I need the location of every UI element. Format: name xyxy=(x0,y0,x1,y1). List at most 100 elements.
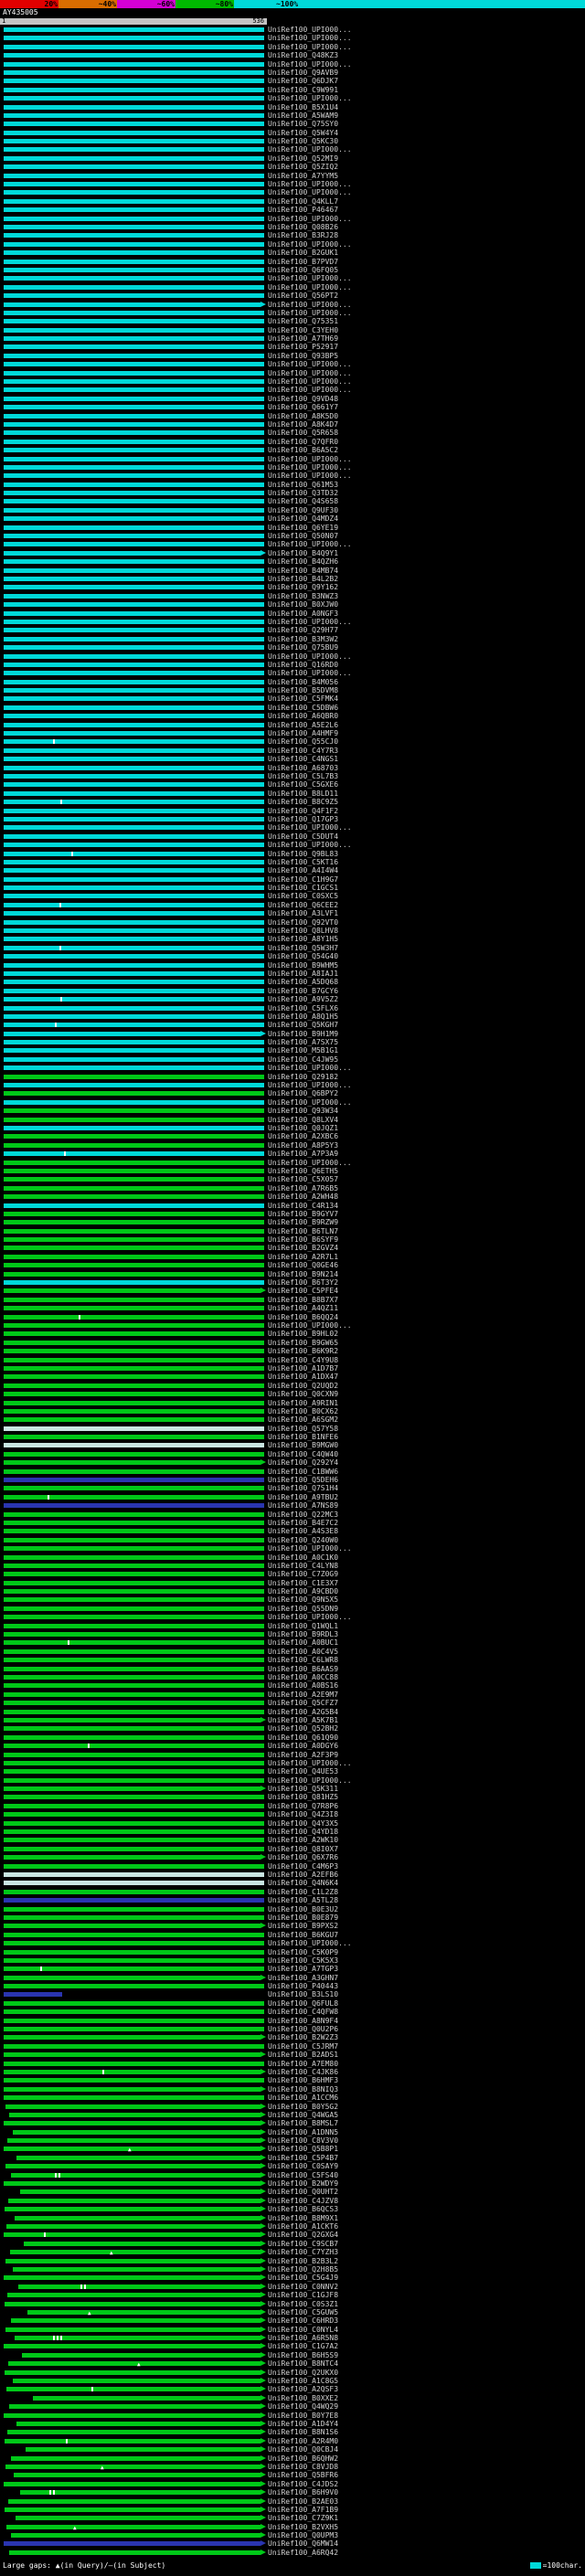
hit-row[interactable]: UniRef100_UPI000... xyxy=(0,301,585,309)
hit-label[interactable]: UniRef100_UPI000... xyxy=(268,541,352,548)
hit-bar[interactable] xyxy=(4,1838,264,1842)
hit-label[interactable]: UniRef100_Q4WGA5 xyxy=(268,2112,338,2119)
hit-label[interactable]: UniRef100_M5B1G1 xyxy=(268,1047,338,1055)
hit-bar[interactable] xyxy=(4,1855,261,1860)
hit-bar[interactable] xyxy=(4,473,264,478)
hit-label[interactable]: UniRef100_B8NTC4 xyxy=(268,2360,338,2368)
hit-label[interactable]: UniRef100_A2EFB6 xyxy=(268,1871,338,1879)
hit-bar[interactable] xyxy=(4,1151,264,1156)
hit-row[interactable]: UniRef100_Q4Z3I8 xyxy=(0,1810,585,1818)
hit-bar[interactable] xyxy=(4,328,264,333)
hit-label[interactable]: UniRef100_Q7QFR0 xyxy=(268,439,338,446)
hit-label[interactable]: UniRef100_B4QZH6 xyxy=(268,558,338,566)
hit-row[interactable]: UniRef100_P40443 xyxy=(0,1982,585,1990)
hit-label[interactable]: UniRef100_B9GYV7 xyxy=(268,1211,338,1218)
hit-bar[interactable] xyxy=(13,2130,261,2135)
hit-row[interactable]: UniRef100_Q6YE19 xyxy=(0,524,585,532)
hit-label[interactable]: UniRef100_UPI000... xyxy=(268,472,352,480)
hit-bar[interactable] xyxy=(4,1503,264,1508)
hit-row[interactable]: UniRef100_C1H9G7 xyxy=(0,875,585,884)
hit-label[interactable]: UniRef100_Q6X7R6 xyxy=(268,1854,338,1861)
hit-row[interactable]: UniRef100_B2VXH5 ▲ xyxy=(0,2523,585,2531)
hit-bar[interactable] xyxy=(4,1065,264,1070)
hit-label[interactable]: UniRef100_A0CC88 xyxy=(268,1674,338,1681)
hit-label[interactable]: UniRef100_B0E879 xyxy=(268,1914,338,1922)
hit-label[interactable]: UniRef100_B8NIQ3 xyxy=(268,2086,338,2094)
hit-label[interactable]: UniRef100_A3GHN7 xyxy=(268,1975,338,1982)
hit-bar[interactable] xyxy=(4,723,264,727)
hit-bar[interactable] xyxy=(13,2267,261,2272)
hit-bar[interactable] xyxy=(8,2361,261,2366)
hit-bar[interactable] xyxy=(4,430,264,435)
hit-label[interactable]: UniRef100_B6TLN7 xyxy=(268,1228,338,1235)
hit-bar[interactable] xyxy=(4,293,264,298)
hit-label[interactable]: UniRef100_C0SAY9 xyxy=(268,2163,338,2170)
hit-bar[interactable] xyxy=(22,2353,261,2358)
hit-label[interactable]: UniRef100_C5FMK4 xyxy=(268,695,338,703)
hit-row[interactable]: UniRef100_B3NWZ3 xyxy=(0,592,585,600)
hit-label[interactable]: UniRef100_A8K4D7 xyxy=(268,421,338,429)
hit-label[interactable]: UniRef100_Q9N5X5 xyxy=(268,1596,338,1604)
hit-label[interactable]: UniRef100_B6H5S9 xyxy=(268,2352,338,2359)
hit-bar[interactable] xyxy=(4,2062,264,2066)
hit-bar[interactable] xyxy=(4,508,264,513)
hit-bar[interactable] xyxy=(4,877,264,882)
hit-bar[interactable] xyxy=(4,131,264,135)
hit-bar[interactable] xyxy=(4,534,264,538)
hit-row[interactable]: UniRef100_C4M6P3 xyxy=(0,1862,585,1871)
hit-label[interactable]: UniRef100_Q54G40 xyxy=(268,953,338,960)
hit-label[interactable]: UniRef100_Q75SY0 xyxy=(268,121,338,128)
hit-row[interactable]: UniRef100_Q4N6K4 xyxy=(0,1879,585,1887)
hit-row[interactable]: UniRef100_Q2UQD2 xyxy=(0,1382,585,1390)
hit-row[interactable]: UniRef100_UPI000... xyxy=(0,1064,585,1072)
hit-row[interactable]: UniRef100_A0CC88 xyxy=(0,1673,585,1681)
hit-row[interactable]: UniRef100_A2F3P9 xyxy=(0,1751,585,1759)
hit-bar[interactable] xyxy=(4,27,264,32)
hit-bar[interactable] xyxy=(4,139,264,143)
hit-label[interactable]: UniRef100_B6QQ24 xyxy=(268,1314,338,1321)
hit-bar[interactable] xyxy=(4,954,264,959)
hit-row[interactable]: UniRef100_B9GYV7 xyxy=(0,1210,585,1218)
hit-row[interactable]: UniRef100_Q17GP3 xyxy=(0,815,585,823)
hit-row[interactable]: UniRef100_B1NFE6 xyxy=(0,1433,585,1441)
hit-bar[interactable] xyxy=(4,834,264,839)
hit-label[interactable]: UniRef100_A6QBR0 xyxy=(268,713,338,720)
hit-row[interactable]: UniRef100_C3YEH0 xyxy=(0,326,585,334)
hit-label[interactable]: UniRef100_UPI000... xyxy=(268,653,352,661)
hit-row[interactable]: UniRef100_Q4YD18 xyxy=(0,1828,585,1836)
hit-label[interactable]: UniRef100_UPI000... xyxy=(268,1940,352,1947)
hit-bar[interactable] xyxy=(11,2318,261,2323)
hit-bar[interactable] xyxy=(4,705,264,710)
hit-bar[interactable] xyxy=(4,1323,264,1328)
hit-label[interactable]: UniRef100_Q1WQL1 xyxy=(268,1623,338,1630)
hit-bar[interactable] xyxy=(5,2439,261,2443)
hit-row[interactable]: UniRef100_Q6DJK7 xyxy=(0,77,585,85)
hit-bar[interactable] xyxy=(4,1118,264,1122)
hit-bar[interactable] xyxy=(4,1941,264,1945)
hit-label[interactable]: UniRef100_B9HL02 xyxy=(268,1330,338,1338)
hit-label[interactable]: UniRef100_UPI000... xyxy=(268,842,352,849)
hit-bar[interactable] xyxy=(4,1358,264,1362)
hit-row[interactable]: UniRef100_Q5K311 xyxy=(0,1785,585,1793)
hit-row[interactable]: UniRef100_B4E7C2 xyxy=(0,1519,585,1527)
hit-bar[interactable] xyxy=(4,911,264,916)
hit-row[interactable]: UniRef100_A7P3A9 xyxy=(0,1150,585,1158)
hit-bar[interactable] xyxy=(4,782,264,787)
hit-bar[interactable] xyxy=(4,182,264,186)
hit-row[interactable]: UniRef100_B9H1M9 xyxy=(0,1030,585,1038)
hit-label[interactable]: UniRef100_Q2GXG4 xyxy=(268,2231,338,2239)
hit-bar[interactable] xyxy=(4,1478,264,1482)
hit-label[interactable]: UniRef100_Q661Y7 xyxy=(268,404,338,411)
hit-label[interactable]: UniRef100_B0Y7E8 xyxy=(268,2412,338,2420)
hit-row[interactable]: UniRef100_B0E879 xyxy=(0,1913,585,1922)
hit-label[interactable]: UniRef100_Q9UF30 xyxy=(268,507,338,514)
hit-bar[interactable] xyxy=(4,311,264,315)
hit-label[interactable]: UniRef100_A9TBU2 xyxy=(268,1494,338,1501)
hit-label[interactable]: UniRef100_A7EM80 xyxy=(268,2061,338,2068)
hit-bar[interactable] xyxy=(4,1753,264,1757)
hit-bar[interactable] xyxy=(4,1280,264,1285)
hit-row[interactable]: UniRef100_UPI000... xyxy=(0,180,585,188)
hit-row[interactable]: UniRef100_A6QBR0 xyxy=(0,712,585,720)
hit-row[interactable]: UniRef100_A8P5Y3 xyxy=(0,1141,585,1150)
hit-label[interactable]: UniRef100_C1BWW6 xyxy=(268,1468,338,1476)
